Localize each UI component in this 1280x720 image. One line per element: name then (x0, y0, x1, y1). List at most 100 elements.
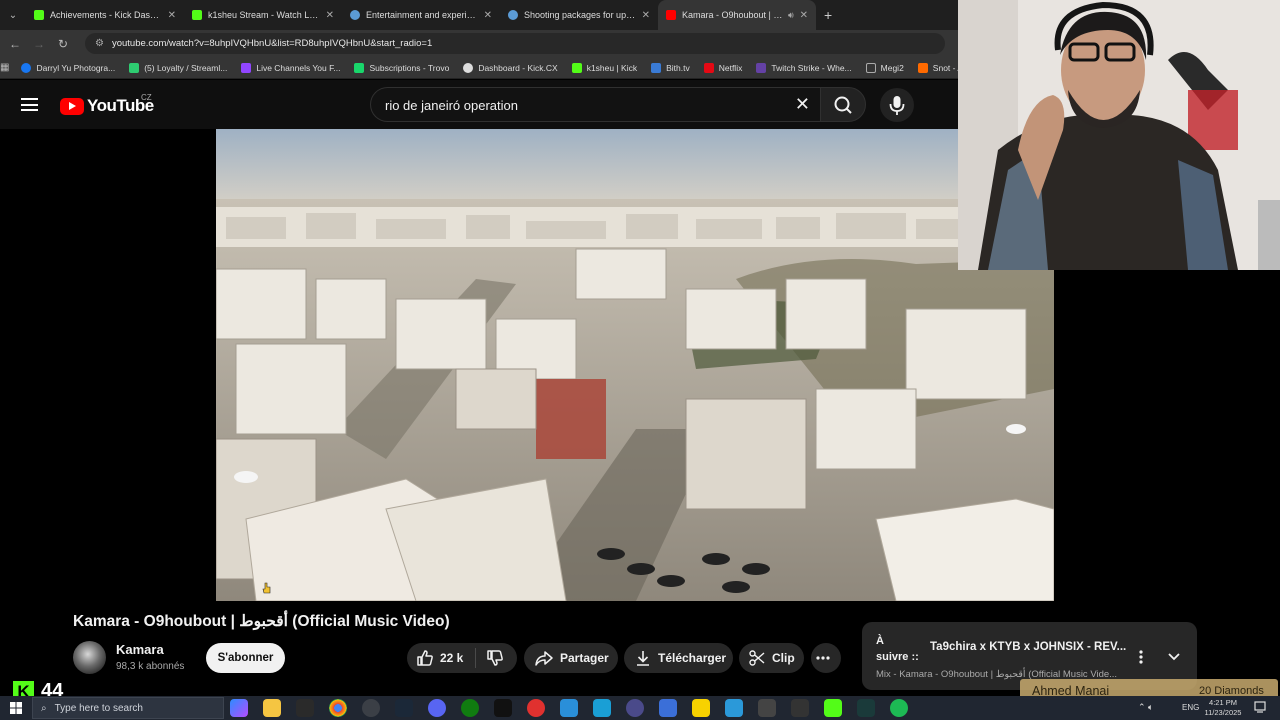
subscriber-count: 98,3 k abonnés (116, 661, 185, 672)
streamer-webcam (958, 0, 1280, 270)
close-tab-icon[interactable]: ✕ (484, 10, 492, 21)
windows-start-icon[interactable] (10, 702, 22, 714)
gear-icon (463, 62, 474, 73)
new-tab-button[interactable]: + (824, 7, 832, 23)
app-grey-icon[interactable] (758, 699, 776, 717)
download-label: Télécharger (658, 651, 727, 665)
app-cyan-icon[interactable] (725, 699, 743, 717)
taskbar-search-placeholder: Type here to search (54, 702, 143, 714)
reload-icon[interactable]: ↻ (51, 37, 75, 51)
youtube-icon (666, 10, 676, 20)
steam-icon[interactable] (395, 699, 413, 717)
clock[interactable]: 4:21 PM 11/23/2025 (1203, 698, 1243, 718)
share-icon (535, 651, 553, 666)
bookmark[interactable]: Bith.tv (651, 62, 690, 73)
url-field[interactable]: ⚙ youtube.com/watch?v=8uhpIVQHbnU&list=R… (85, 33, 945, 54)
bookmark[interactable]: (5) Loyalty / Streaml... (129, 62, 227, 73)
language-indicator[interactable]: ENG (1182, 703, 1199, 712)
close-tab-icon[interactable]: ✕ (642, 10, 650, 21)
copilot-icon[interactable] (230, 699, 248, 717)
clear-search-icon[interactable]: ✕ (795, 94, 810, 115)
terminal-icon[interactable] (857, 699, 875, 717)
back-icon[interactable]: ← (3, 37, 27, 51)
like-count: 22 k (440, 651, 464, 665)
channel-name[interactable]: Kamara (116, 642, 164, 657)
address-bar-row: ← → ↻ ⚙ youtube.com/watch?v=8uhpIVQHbnU&… (0, 30, 958, 57)
forward-icon[interactable]: → (27, 37, 51, 51)
bookmark-label: k1sheu | Kick (586, 62, 638, 73)
apps-grid-icon[interactable]: ▦ (0, 62, 9, 73)
clip-button[interactable]: Clip (739, 643, 804, 673)
notification-icon[interactable] (1254, 701, 1266, 713)
tab-title: Achievements - Kick Dashboard (50, 10, 162, 20)
browser-tab[interactable]: Achievements - Kick Dashboard ✕ (26, 0, 184, 30)
tiktok-icon[interactable] (494, 699, 512, 717)
browser-tab-active[interactable]: Kamara - O9houbout | أقحبوط 🔊︎ ✕ (658, 0, 816, 30)
more-horizontal-icon (816, 656, 830, 660)
microphone-icon (889, 96, 905, 115)
capcut-icon[interactable] (791, 699, 809, 717)
system-tray-icons[interactable]: ⌃ 🔈︎ (1138, 702, 1153, 713)
close-tab-icon[interactable]: ✕ (800, 10, 808, 21)
discord-icon[interactable] (428, 699, 446, 717)
voice-search-button[interactable] (880, 88, 914, 122)
bookmark[interactable]: Live Channels You F... (241, 62, 341, 73)
vivaldi-icon[interactable] (527, 699, 545, 717)
scissors-icon (749, 650, 765, 666)
site-icon (508, 10, 518, 20)
search-button[interactable] (820, 87, 866, 122)
bookmark[interactable]: Twitch Strike - Whe... (756, 62, 852, 73)
app-round-icon[interactable] (626, 699, 644, 717)
up-next-label: À suivre :: (876, 633, 919, 665)
browser-tab[interactable]: Shooting packages for up to 4 ✕ (500, 0, 658, 30)
video-player[interactable] (216, 129, 1054, 601)
bookmark-folder[interactable]: Megi2 (865, 62, 904, 73)
menu-icon[interactable] (21, 98, 38, 111)
xbox-icon[interactable] (461, 699, 479, 717)
browser-tab[interactable]: k1sheu Stream - Watch Live on Kick ✕ (184, 0, 342, 30)
search-query: rio de janeiró operation (385, 98, 518, 113)
chevron-down-icon[interactable] (1167, 652, 1181, 662)
app-yellow-icon[interactable] (692, 699, 710, 717)
chrome-icon[interactable] (329, 699, 347, 717)
kick-app-icon[interactable] (824, 699, 842, 717)
share-label: Partager (560, 651, 609, 665)
close-tab-icon[interactable]: ✕ (326, 10, 334, 21)
app-m-icon[interactable] (560, 699, 578, 717)
search-input[interactable]: rio de janeiró operation ✕ (370, 87, 820, 122)
speaker-icon[interactable]: 🔊︎ (788, 10, 794, 21)
more-vertical-icon[interactable] (1136, 650, 1146, 664)
bookmark-label: Live Channels You F... (256, 62, 341, 73)
bookmark[interactable]: Dashboard - Kick.CX (463, 62, 558, 73)
app-arrow-icon[interactable] (659, 699, 677, 717)
site-info-icon[interactable]: ⚙ (95, 38, 104, 49)
tab-title: Entertainment and experiences (366, 10, 478, 20)
obs-icon[interactable] (362, 699, 380, 717)
up-next-title[interactable]: Ta9chira x KTYB x JOHNSIX - REV... (930, 641, 1126, 653)
taskbar-search-input[interactable]: ⌕ Type here to search (32, 697, 224, 719)
share-button[interactable]: Partager (524, 643, 618, 673)
bookmark-label: Subscriptions - Trovo (369, 62, 450, 73)
dislike-button[interactable] (486, 649, 510, 667)
bookmark[interactable]: Darryl Yu Photogra... (21, 62, 115, 73)
app-blue-icon[interactable] (593, 699, 611, 717)
browser-tab[interactable]: Entertainment and experiences ✕ (342, 0, 500, 30)
bookmark-label: Twitch Strike - Whe... (771, 62, 852, 73)
youtube-logo[interactable]: YouTube (60, 96, 154, 116)
like-button[interactable]: 22 k (416, 649, 463, 667)
tab-search-icon[interactable]: ⌄ (0, 0, 26, 30)
file-explorer-icon[interactable] (263, 699, 281, 717)
channel-avatar[interactable] (73, 641, 106, 674)
epic-games-icon[interactable] (296, 699, 314, 717)
subscribe-button[interactable]: S'abonner (206, 643, 285, 673)
divider (475, 648, 477, 668)
bookmark[interactable]: Subscriptions - Trovo (354, 62, 450, 73)
bookmark[interactable]: k1sheu | Kick (571, 62, 638, 73)
bookmark[interactable]: Netflix (703, 62, 742, 73)
taskbar-apps (230, 699, 923, 717)
spotify-icon[interactable] (890, 699, 908, 717)
close-tab-icon[interactable]: ✕ (168, 10, 176, 21)
tab-title: Shooting packages for up to 4 (524, 10, 636, 20)
more-actions-button[interactable] (811, 643, 841, 673)
download-button[interactable]: Télécharger (624, 643, 733, 673)
